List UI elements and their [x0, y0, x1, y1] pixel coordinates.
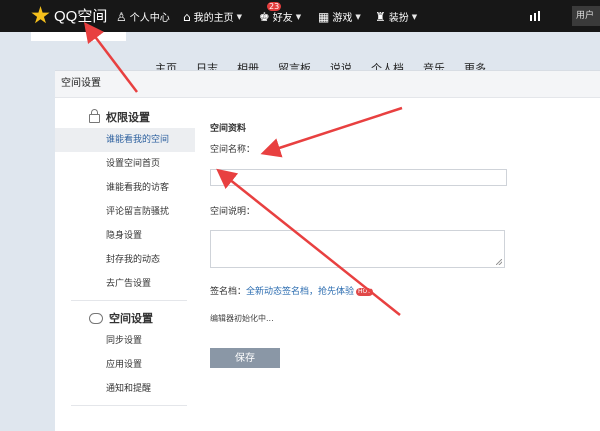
section-title: 空间资料	[210, 124, 247, 134]
editor-status: 编辑器初始化中...	[210, 314, 274, 323]
nav-personal-center[interactable]: ♙ 个人中心	[116, 9, 170, 25]
nav-label: 个人中心	[129, 13, 170, 24]
grid-icon: ▦	[318, 9, 330, 24]
nav-label: 我的主页	[193, 13, 234, 24]
sidebar-item-apps[interactable]: 应用设置	[55, 353, 195, 377]
signature-trial-link[interactable]: 全新动态签名档，抢先体验	[246, 287, 354, 297]
caret-down-icon: ▼	[355, 12, 361, 21]
sidebar-item-homepage[interactable]: 设置空间首页	[55, 152, 195, 176]
lock-icon	[89, 109, 100, 123]
top-navigation-bar: QQ空间 ♙ 个人中心 ⌂ 我的主页 ▼ ♚ 好友 ▼ 23 ▦ 游戏 ▼ ♜ …	[0, 0, 600, 32]
user-menu[interactable]: 用户	[572, 6, 600, 26]
nav-decoration[interactable]: ♜ 装扮 ▼	[375, 9, 418, 25]
space-name-label: 空间名称：	[210, 145, 256, 155]
signature-label: 签名档：	[210, 287, 247, 297]
group-space-settings[interactable]: 空间设置	[89, 307, 195, 329]
caret-down-icon: ▼	[411, 12, 418, 21]
star-icon	[31, 6, 50, 24]
sidebar-divider	[71, 300, 187, 301]
sidebar-item-who-can-view[interactable]: 谁能看我的空间	[55, 128, 195, 152]
sidebar-divider	[71, 405, 187, 406]
group-permission-settings[interactable]: 权限设置	[89, 106, 195, 128]
panel-title: 空间设置	[55, 71, 600, 98]
signal-bars-icon[interactable]	[530, 11, 540, 21]
settings-panel: 空间设置 权限设置 谁能看我的空间 设置空间首页 谁能看我的访客 评论留言防骚扰…	[55, 70, 600, 431]
nav-label: 游戏	[332, 13, 353, 24]
hot-badge: HOT	[356, 287, 373, 296]
sidebar-item-archive-feed[interactable]: 封存我的动态	[55, 248, 195, 272]
caret-down-icon: ▼	[236, 12, 243, 21]
space-name-input[interactable]	[210, 169, 507, 186]
logo-text: QQ空间	[54, 8, 108, 25]
nav-label: 好友	[272, 13, 293, 24]
space-description-label: 空间说明：	[210, 207, 256, 217]
qzone-logo[interactable]: QQ空间	[31, 5, 107, 26]
nav-label: 装扮	[388, 13, 409, 24]
shirt-icon: ♜	[375, 9, 386, 24]
friends-count-badge: 23	[267, 2, 282, 11]
group-title: 空间设置	[109, 312, 153, 325]
settings-sidebar: 权限设置 谁能看我的空间 设置空间首页 谁能看我的访客 评论留言防骚扰 隐身设置…	[55, 98, 195, 412]
nav-games[interactable]: ▦ 游戏 ▼	[318, 9, 361, 25]
sidebar-item-invisible[interactable]: 隐身设置	[55, 224, 195, 248]
sidebar-item-notifications[interactable]: 通知和提醒	[55, 377, 195, 401]
sidebar-item-sync[interactable]: 同步设置	[55, 329, 195, 353]
nav-my-homepage[interactable]: ⌂ 我的主页 ▼	[183, 9, 243, 25]
sidebar-item-visitors[interactable]: 谁能看我的访客	[55, 176, 195, 200]
header-blank-area	[31, 32, 126, 41]
resize-grip-icon[interactable]	[496, 259, 502, 265]
save-button[interactable]: 保存	[210, 348, 280, 368]
home-icon: ⌂	[183, 9, 191, 24]
cloud-icon	[89, 312, 103, 324]
friends-icon: ♚	[259, 9, 270, 24]
sidebar-item-ad-removal[interactable]: 去广告设置	[55, 272, 195, 296]
signature-row: 签名档：全新动态签名档，抢先体验 HOT	[210, 284, 373, 297]
sidebar-item-anti-harass[interactable]: 评论留言防骚扰	[55, 200, 195, 224]
person-icon: ♙	[116, 9, 127, 24]
nav-friends[interactable]: ♚ 好友 ▼	[259, 9, 302, 25]
group-title: 权限设置	[106, 111, 150, 124]
caret-down-icon: ▼	[295, 12, 302, 21]
space-description-textarea[interactable]	[210, 230, 505, 268]
